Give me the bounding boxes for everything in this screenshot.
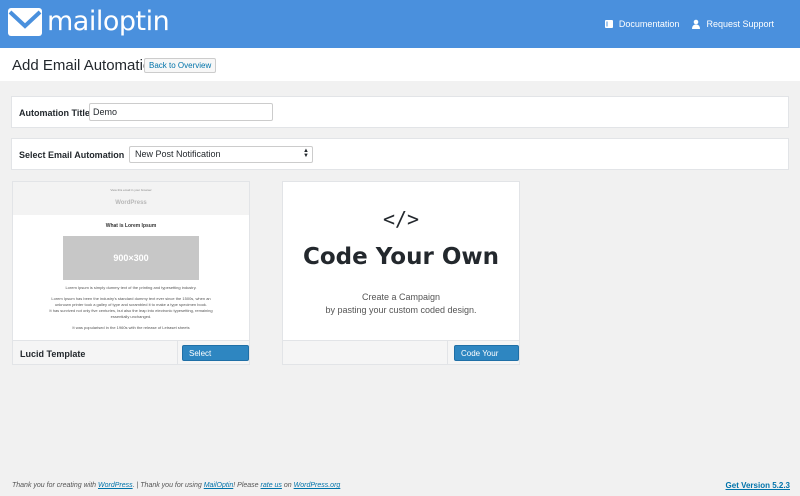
code-icon: </> xyxy=(382,207,420,231)
logo[interactable]: mailoptin xyxy=(8,6,170,37)
rate-us-link[interactable]: rate us xyxy=(261,482,282,489)
lucid-template-preview[interactable]: View this email in your browser WordPres… xyxy=(13,182,249,340)
preview-paragraph: Lorem Ipsum is simply dummy text of the … xyxy=(65,285,197,290)
chevron-down-icon: ▲ ▼ xyxy=(303,148,309,159)
user-icon xyxy=(692,19,701,29)
code-your-own-title: Code Your Own xyxy=(303,244,499,270)
page-title: Add Email Automation xyxy=(12,57,160,74)
page-header: Add Email Automation Back to Overview xyxy=(0,48,800,81)
preview-paragraph: Lorem Ipsum has been the industry's stan… xyxy=(51,296,211,307)
get-version-link[interactable]: Get Version 5.2.3 xyxy=(726,481,790,490)
footer-text: . | Thank you for using xyxy=(132,482,204,489)
back-to-overview-button[interactable]: Back to Overview xyxy=(144,58,217,73)
preview-header: View this email in your browser WordPres… xyxy=(13,182,249,215)
code-your-own-card: </> Code Your Own Create a Campaign by p… xyxy=(282,181,520,365)
top-links: Documentation Request Support xyxy=(604,19,774,29)
preview-browser-link: View this email in your browser xyxy=(110,188,152,192)
lucid-template-footer: Lucid Template Select Template xyxy=(13,340,249,364)
preview-heading: What is Lorem Ipsum xyxy=(105,223,157,229)
automation-title-label: Automation Title xyxy=(19,108,90,118)
email-automation-label: Select Email Automation xyxy=(19,150,125,160)
wordpress-org-link[interactable]: WordPress.org xyxy=(294,482,341,489)
code-your-own-line-2: by pasting your custom coded design. xyxy=(325,305,477,315)
code-your-own-line-1: Create a Campaign xyxy=(361,292,441,302)
automation-title-input[interactable] xyxy=(89,103,273,121)
footer-text: Thank you for creating with xyxy=(12,482,98,489)
preview-site-name: WordPress xyxy=(115,200,147,206)
footer-text: on xyxy=(281,482,294,489)
mailoptin-link[interactable]: MailOptin xyxy=(204,482,234,489)
preview-image-placeholder: 900×300 xyxy=(63,236,199,280)
footer-divider xyxy=(447,341,448,364)
lucid-template-card: View this email in your browser WordPres… xyxy=(12,181,250,365)
code-your-own-footer: Code Your Own xyxy=(283,340,519,364)
preview-paragraph: It has survived not only five centuries,… xyxy=(49,308,213,319)
email-automation-selected: New Post Notification xyxy=(135,149,221,159)
book-icon xyxy=(604,20,613,28)
admin-footer-text: Thank you for creating with WordPress. |… xyxy=(12,482,340,489)
automation-title-panel: Automation Title xyxy=(11,96,789,128)
lucid-template-name: Lucid Template xyxy=(20,349,86,359)
email-automation-panel: Select Email Automation New Post Notific… xyxy=(11,138,789,170)
code-your-own-preview[interactable]: </> Code Your Own Create a Campaign by p… xyxy=(283,182,519,340)
request-support-link[interactable]: Request Support xyxy=(691,19,774,29)
code-your-own-button[interactable]: Code Your Own xyxy=(454,345,519,361)
request-support-label: Request Support xyxy=(706,19,774,29)
documentation-label: Documentation xyxy=(618,19,680,29)
logo-text: mailoptin xyxy=(47,6,170,37)
code-your-own-description: Create a Campaign by pasting your custom… xyxy=(283,291,519,317)
top-bar: mailoptin Documentation Request Support xyxy=(0,0,800,48)
envelope-icon xyxy=(8,8,42,36)
footer-text: ! Please xyxy=(233,482,261,489)
preview-paragraph: It was popularised in the 1960s with the… xyxy=(72,325,190,330)
wordpress-link[interactable]: WordPress xyxy=(98,482,133,489)
documentation-link[interactable]: Documentation xyxy=(604,19,680,29)
email-automation-select[interactable]: New Post Notification ▲ ▼ xyxy=(129,146,313,163)
select-template-button[interactable]: Select Template xyxy=(182,345,249,361)
footer-divider xyxy=(177,341,178,364)
